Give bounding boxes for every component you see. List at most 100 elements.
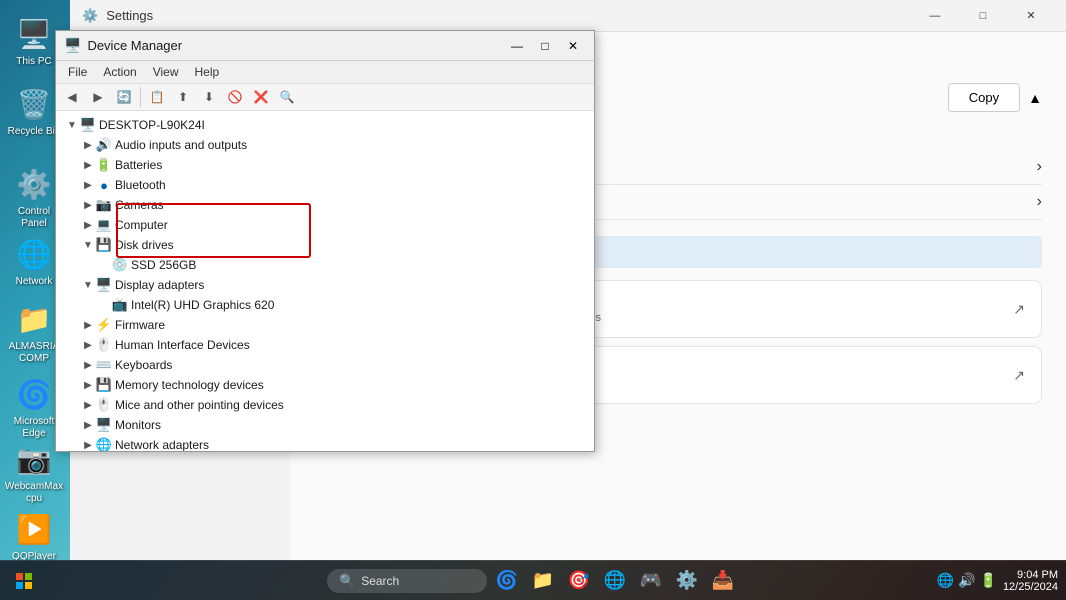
- settings-titlebar: ⚙️ Settings — □ ✕: [70, 0, 1066, 32]
- taskbar-extra1-icon[interactable]: 🎮: [635, 565, 667, 597]
- taskbar-apps-icon[interactable]: 🎯: [563, 565, 595, 597]
- copy-button[interactable]: Copy: [948, 83, 1020, 112]
- device-manager-card-arrow: ↗: [1013, 301, 1025, 318]
- chevron-up-icon[interactable]: ▲: [1028, 90, 1042, 106]
- settings-minimize-btn[interactable]: —: [912, 0, 958, 32]
- dm-menu-help[interactable]: Help: [187, 63, 228, 81]
- dm-audio-toggle[interactable]: ▶: [80, 137, 96, 153]
- taskbar-left: [0, 565, 40, 597]
- dm-monitors-toggle[interactable]: ▶: [80, 417, 96, 433]
- dm-ssd-item[interactable]: ▶ 💿 SSD 256GB: [60, 255, 590, 275]
- dm-computer-item[interactable]: ▶ 💻 Computer: [60, 215, 590, 235]
- this-pc-label: This PC: [16, 56, 52, 68]
- dm-back-btn[interactable]: ◀: [60, 86, 84, 108]
- dm-batteries-toggle[interactable]: ▶: [80, 157, 96, 173]
- dm-ssd-icon: 💿: [112, 257, 128, 273]
- dm-root-toggle[interactable]: ▼: [64, 117, 80, 133]
- dm-firmware-item[interactable]: ▶ ⚡ Firmware: [60, 315, 590, 335]
- dm-firmware-toggle[interactable]: ▶: [80, 317, 96, 333]
- dm-intel-gpu-icon: 📺: [112, 297, 128, 313]
- dm-bluetooth-item[interactable]: ▶ ● Bluetooth: [60, 175, 590, 195]
- dm-menu-action[interactable]: Action: [95, 63, 144, 81]
- taskbar-search[interactable]: 🔍 Search: [327, 569, 487, 593]
- dm-intel-gpu-item[interactable]: ▶ 📺 Intel(R) UHD Graphics 620: [60, 295, 590, 315]
- dm-uninstall-btn[interactable]: ❌: [249, 86, 273, 108]
- desktop: 🖥️ This PC 🗑️ Recycle Bin ⚙️ Control Pan…: [0, 0, 1066, 600]
- dm-cameras-label: Cameras: [115, 198, 164, 212]
- dm-display-icon: 🖥️: [96, 277, 112, 293]
- dm-audio-label: Audio inputs and outputs: [115, 138, 247, 152]
- start-button[interactable]: [8, 565, 40, 597]
- volume-tray-icon: 🔊: [958, 572, 975, 589]
- dm-computer-icon: 💻: [96, 217, 112, 233]
- dm-cameras-toggle[interactable]: ▶: [80, 197, 96, 213]
- taskbar-edge-icon[interactable]: 🌀: [491, 565, 523, 597]
- dm-mice-item[interactable]: ▶ 🖱️ Mice and other pointing devices: [60, 395, 590, 415]
- dm-menu-file[interactable]: File: [60, 63, 95, 81]
- dm-batteries-item[interactable]: ▶ 🔋 Batteries: [60, 155, 590, 175]
- dm-toolbar: ◀ ▶ 🔄 📋 ⬆ ⬇ 🚫 ❌ 🔍: [56, 84, 594, 111]
- settings-close-btn[interactable]: ✕: [1008, 0, 1054, 32]
- dm-cameras-item[interactable]: ▶ 📷 Cameras: [60, 195, 590, 215]
- dm-diskdrives-toggle[interactable]: ▼: [80, 237, 96, 253]
- dm-minimize-btn[interactable]: —: [504, 36, 530, 56]
- arrow-btn-2[interactable]: ›: [1037, 193, 1042, 211]
- dm-display-item[interactable]: ▼ 🖥️ Display adapters: [60, 275, 590, 295]
- taskbar-time-date[interactable]: 9:04 PM 12/25/2024: [1003, 569, 1058, 593]
- dm-display-label: Display adapters: [115, 278, 204, 292]
- dm-diskdrives-item[interactable]: ▼ 💾 Disk drives: [60, 235, 590, 255]
- dm-close-btn[interactable]: ✕: [560, 36, 586, 56]
- battery-tray-icon: 🔋: [980, 572, 997, 589]
- dm-ssd-label: SSD 256GB: [131, 258, 196, 272]
- arrow-btn-1[interactable]: ›: [1037, 158, 1042, 176]
- taskbar-chrome-icon[interactable]: 🌐: [599, 565, 631, 597]
- dm-keyboards-toggle[interactable]: ▶: [80, 357, 96, 373]
- dm-refresh-btn[interactable]: 🔄: [112, 86, 136, 108]
- dm-display-toggle[interactable]: ▼: [80, 277, 96, 293]
- taskbar-files-icon[interactable]: 📁: [527, 565, 559, 597]
- dm-root-item[interactable]: ▼ 🖥️ DESKTOP-L90K24I: [60, 115, 590, 135]
- dm-tree[interactable]: ▼ 🖥️ DESKTOP-L90K24I ▶ 🔊 Audio inputs an…: [56, 111, 594, 451]
- dm-update-btn[interactable]: ⬆: [171, 86, 195, 108]
- this-pc-icon: 🖥️: [14, 14, 54, 54]
- dm-hid-icon: 🖱️: [96, 337, 112, 353]
- desktop-icon-qqplayer[interactable]: ▶️ QQPlayer: [2, 505, 66, 567]
- device-manager-window: 🖥️ Device Manager — □ ✕ File Action View…: [55, 30, 595, 452]
- dm-network-toggle[interactable]: ▶: [80, 437, 96, 451]
- dm-scan-btn[interactable]: 🔍: [275, 86, 299, 108]
- dm-monitors-item[interactable]: ▶ 🖥️ Monitors: [60, 415, 590, 435]
- taskbar-right: 🌐 🔊 🔋 9:04 PM 12/25/2024: [937, 561, 1066, 600]
- dm-diskdrives-label: Disk drives: [115, 238, 174, 252]
- control-panel-label: Control Panel: [6, 206, 62, 230]
- dm-monitors-icon: 🖥️: [96, 417, 112, 433]
- taskbar-extra3-icon[interactable]: 📥: [707, 565, 739, 597]
- dm-mice-toggle[interactable]: ▶: [80, 397, 96, 413]
- settings-win-controls: — □ ✕: [912, 0, 1054, 32]
- settings-maximize-btn[interactable]: □: [960, 0, 1006, 32]
- dm-menu-view[interactable]: View: [145, 63, 187, 81]
- dm-maximize-btn[interactable]: □: [532, 36, 558, 56]
- dm-forward-btn[interactable]: ▶: [86, 86, 110, 108]
- dm-separator: [140, 87, 141, 107]
- recycle-bin-label: Recycle Bin: [8, 126, 61, 138]
- dm-rollback-btn[interactable]: ⬇: [197, 86, 221, 108]
- dm-computer-toggle[interactable]: ▶: [80, 217, 96, 233]
- dm-bluetooth-icon: ●: [96, 177, 112, 193]
- dm-properties-btn[interactable]: 📋: [145, 86, 169, 108]
- settings-titlebar-left: ⚙️ Settings: [82, 8, 153, 24]
- dm-network-item[interactable]: ▶ 🌐 Network adapters: [60, 435, 590, 451]
- settings-icon: ⚙️: [82, 8, 98, 24]
- dm-hid-item[interactable]: ▶ 🖱️ Human Interface Devices: [60, 335, 590, 355]
- dm-keyboards-item[interactable]: ▶ ⌨️ Keyboards: [60, 355, 590, 375]
- taskbar-extra2-icon[interactable]: ⚙️: [671, 565, 703, 597]
- dm-bluetooth-toggle[interactable]: ▶: [80, 177, 96, 193]
- dm-disable-btn[interactable]: 🚫: [223, 86, 247, 108]
- recycle-bin-icon: 🗑️: [14, 84, 54, 124]
- taskbar: 🔍 Search 🌀 📁 🎯 🌐 🎮 ⚙️ 📥 🌐 🔊 🔋 9:04 PM 12…: [0, 560, 1066, 600]
- dm-memory-toggle[interactable]: ▶: [80, 377, 96, 393]
- dm-hid-toggle[interactable]: ▶: [80, 337, 96, 353]
- dm-memory-item[interactable]: ▶ 💾 Memory technology devices: [60, 375, 590, 395]
- dm-cameras-icon: 📷: [96, 197, 112, 213]
- dm-audio-item[interactable]: ▶ 🔊 Audio inputs and outputs: [60, 135, 590, 155]
- dm-diskdrives-icon: 💾: [96, 237, 112, 253]
